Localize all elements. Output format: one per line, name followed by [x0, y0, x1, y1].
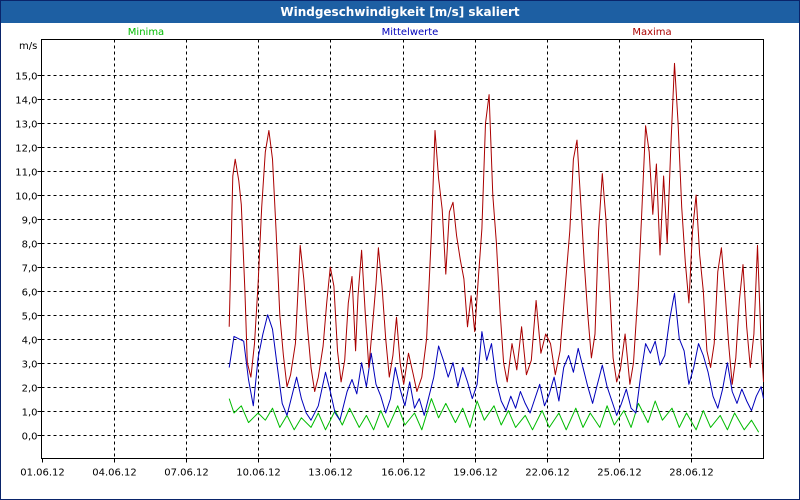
x-axis-ticks: 01.06.12 04.06.12 07.06.12 10.06.12 13.06.12… [20, 458, 714, 479]
x-tick-label: 16.06.12 [381, 468, 426, 479]
y-tick-label: 8,0 [22, 240, 38, 251]
y-tick-label: 6,0 [22, 288, 38, 299]
x-tick-label: 25.06.12 [597, 468, 642, 479]
x-tick-label: 01.06.12 [20, 468, 65, 479]
chart-area: 0,0 1,0 2,0 3,0 4,0 5,0 6,0 7,0 8,0 9,0 10,0 11,0 12… [15, 27, 764, 479]
legend: Minima Mittelwerte Maxima [128, 27, 672, 38]
y-tick-label: 5,0 [22, 312, 38, 323]
legend-entry-maxima: Maxima [632, 27, 671, 38]
y-axis-unit-label: m/s [19, 41, 37, 52]
x-tick-label: 13.06.12 [308, 468, 353, 479]
x-tick-label: 10.06.12 [236, 468, 281, 479]
y-tick-label: 10,0 [15, 192, 37, 203]
window-title: Windgeschwindigkeit [m/s] skaliert [1, 1, 799, 23]
chart-window: Windgeschwindigkeit [m/s] skaliert 0,0 1,… [0, 0, 800, 500]
y-tick-label: 13,0 [15, 120, 37, 131]
x-tick-label: 22.06.12 [525, 468, 570, 479]
legend-entry-mittelwerte: Mittelwerte [382, 27, 439, 38]
y-tick-label: 11,0 [15, 168, 37, 179]
y-axis-ticks: 0,0 1,0 2,0 3,0 4,0 5,0 6,0 7,0 8,0 9,0 10,0 11,0 12… [15, 72, 42, 443]
y-tick-label: 3,0 [22, 360, 38, 371]
x-tick-label: 07.06.12 [164, 468, 209, 479]
x-tick-label: 04.06.12 [92, 468, 137, 479]
y-tick-label: 12,0 [15, 144, 37, 155]
y-tick-label: 15,0 [15, 72, 37, 83]
y-tick-label: 1,0 [22, 408, 38, 419]
y-tick-label: 2,0 [22, 384, 38, 395]
y-tick-label: 4,0 [22, 336, 38, 347]
legend-entry-minima: Minima [128, 27, 164, 38]
y-tick-label: 9,0 [22, 216, 38, 227]
y-tick-label: 7,0 [22, 264, 38, 275]
x-tick-label: 28.06.12 [669, 468, 714, 479]
x-tick-label: 19.06.12 [453, 468, 498, 479]
y-tick-label: 0,0 [22, 432, 38, 443]
y-tick-label: 14,0 [15, 96, 37, 107]
